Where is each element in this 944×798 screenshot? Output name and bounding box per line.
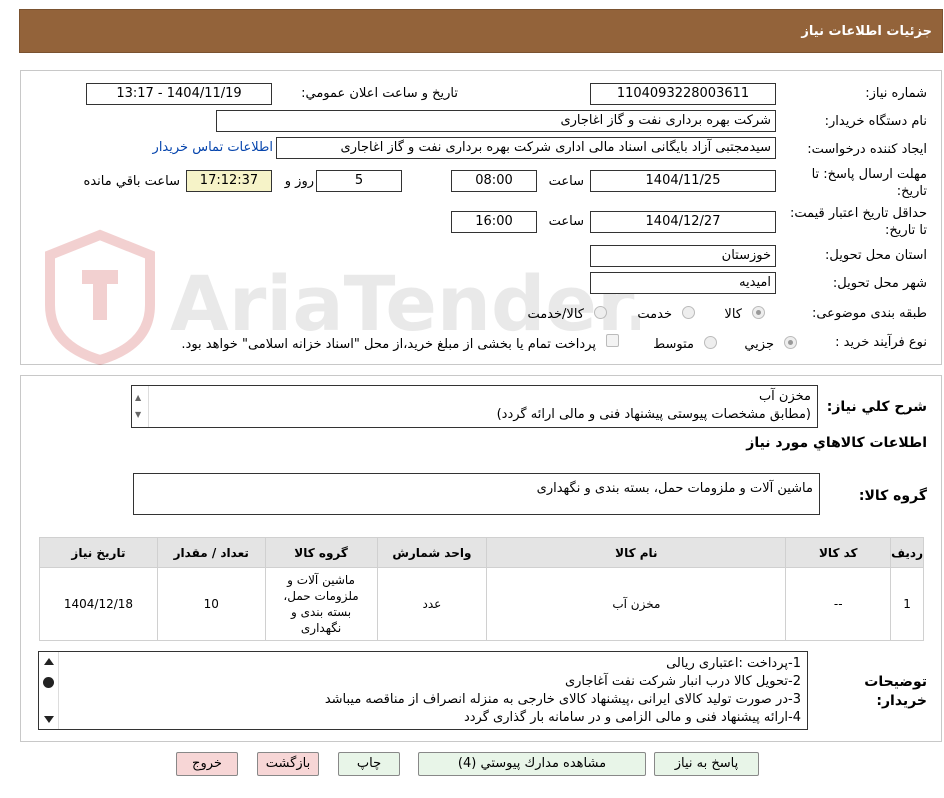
cell-goods-code: -- <box>785 567 892 641</box>
validity-label: حداقل تاريخ اعتبار قيمت: تا تاریخ: <box>789 206 927 238</box>
scroll-up-icon[interactable] <box>44 658 54 665</box>
goods-group-label: گروه كالا: <box>858 488 927 504</box>
goods-group-value: ماشین آلات و ملزومات حمل، بسته بندی و نگ… <box>536 481 813 496</box>
announce-label: تاریخ و ساعت اعلان عمومي: <box>301 86 458 101</box>
col-need-date: تاريخ نياز <box>39 537 158 568</box>
process-medium-radio[interactable] <box>704 336 717 349</box>
category-goods-label: کالا <box>724 307 742 322</box>
cell-need-date: 1404/12/18 <box>39 567 158 641</box>
days-label: روز و <box>284 174 314 189</box>
validity-date-field: 1404/12/27 <box>590 211 776 233</box>
buyer-notes-label: توضيحات خريدار: <box>864 674 927 709</box>
process-medium-label: متوسط <box>653 337 694 352</box>
days-remaining-field: 5 <box>316 170 402 192</box>
treasury-payment-note: پرداخت تمام يا بخشی از مبلغ خريد،از محل … <box>181 337 596 352</box>
time-remaining-label: ساعت باقي مانده <box>83 174 180 189</box>
cell-quantity: 10 <box>156 567 266 641</box>
deadline-time-field: 08:00 <box>451 170 537 192</box>
goods-section-title: اطلاعات كالاهاي مورد نياز <box>746 435 927 451</box>
back-button[interactable]: بازگشت <box>257 752 319 776</box>
deadline-date-field: 1404/11/25 <box>590 170 776 192</box>
cell-row-number: 1 <box>890 567 924 641</box>
description-line-1: مخزن آب <box>758 389 811 404</box>
cell-goods-group: ماشین آلات و ملزومات حمل، بسته بندی و نگ… <box>264 567 378 641</box>
requester-field: سیدمجتبی آزاد بایگانی اسناد مالی اداری ش… <box>276 137 776 159</box>
validity-time-field: 16:00 <box>451 211 537 233</box>
city-label: شهر محل تحويل: <box>832 276 927 291</box>
description-label: شرح كلي نياز: <box>826 399 927 415</box>
col-unit: واحد شمارش <box>376 537 488 568</box>
buyer-note-line-2: 2-تحویل کالا درب انبار شرکت نفت آغاجاری <box>564 674 801 689</box>
process-minor-radio[interactable] <box>784 336 797 349</box>
exit-button[interactable]: خروج <box>176 752 238 776</box>
validity-time-label: ساعت <box>548 214 584 229</box>
category-service-label: خدمت <box>637 307 672 322</box>
need-number-field: 1104093228003611 <box>590 83 776 105</box>
col-goods-group: گروه كالا <box>264 537 378 568</box>
announce-datetime-field: 1404/11/19 - 13:17 <box>86 83 272 105</box>
requester-label: ايجاد کننده درخواست: <box>807 142 927 157</box>
scroll-thumb-icon[interactable] <box>43 677 54 688</box>
category-label: طبقه بندی موضوعی: <box>811 306 927 321</box>
process-minor-label: جزیي <box>744 337 774 352</box>
category-both-label: کالا/خدمت <box>527 307 584 322</box>
buyer-notes-textarea[interactable]: 1-پرداخت :اعتباری ریالی 2-تحویل کالا درب… <box>38 651 808 730</box>
description-textarea[interactable]: مخزن آب (مطابق مشخصات پیوستی پیشنهاد فنی… <box>131 385 818 428</box>
view-attachments-button[interactable]: مشاهده مدارك پيوستي (4) <box>418 752 646 776</box>
scroll-down-icon[interactable] <box>44 716 54 723</box>
buyer-notes-scrollbar[interactable] <box>39 652 59 729</box>
reply-to-need-button[interactable]: پاسخ به نیاز <box>654 752 759 776</box>
deadline-label: مهلت ارسال پاسخ: تا تاریخ: <box>811 167 927 199</box>
deadline-time-label: ساعت <box>548 174 584 189</box>
buyer-org-field: شرکت بهره برداری نفت و گاز اغاجاری <box>216 110 776 132</box>
table-row: 1 -- مخزن آب عدد ماشین آلات و ملزومات حم… <box>39 567 924 641</box>
category-both-radio[interactable] <box>594 306 607 319</box>
col-goods-name: نام كالا <box>486 537 787 568</box>
city-field: امیدیه <box>590 272 776 294</box>
goods-table: رديف کد کالا نام كالا واحد شمارش گروه كا… <box>39 537 924 641</box>
goods-group-textarea[interactable]: ماشین آلات و ملزومات حمل، بسته بندی و نگ… <box>133 473 820 515</box>
buyer-note-line-4: 4-ارائه پیشنهاد فنی و مالی الزامی و در س… <box>463 710 801 725</box>
description-line-2: (مطابق مشخصات پیوستی پیشنهاد فنی و مالی … <box>496 407 811 422</box>
time-remaining-field: 17:12:37 <box>186 170 272 192</box>
treasury-payment-checkbox[interactable] <box>606 334 619 347</box>
province-field: خوزستان <box>590 245 776 267</box>
col-row-number: رديف <box>890 537 924 568</box>
category-goods-radio[interactable] <box>752 306 765 319</box>
category-service-radio[interactable] <box>682 306 695 319</box>
buyer-note-line-1: 1-پرداخت :اعتباری ریالی <box>666 656 801 671</box>
buyer-org-label: نام دستگاه خريدار: <box>824 114 927 129</box>
print-button[interactable]: چاپ <box>338 752 400 776</box>
scroll-up-icon[interactable]: ▲ <box>135 389 141 407</box>
description-scrollbar[interactable]: ▲ ▼ <box>132 386 149 427</box>
cell-goods-name: مخزن آب <box>486 567 787 641</box>
buyer-note-line-3: 3-در صورت تولید کالای ایرانی ،پیشنهاد کا… <box>324 692 801 707</box>
process-type-label: نوع فرآیند خرید : <box>835 335 927 350</box>
cell-unit: عدد <box>376 567 488 641</box>
need-number-label: شماره نیاز: <box>865 86 927 101</box>
col-quantity: تعداد / مقدار <box>156 537 266 568</box>
scroll-down-icon[interactable]: ▼ <box>135 406 141 424</box>
goods-table-header: رديف کد کالا نام كالا واحد شمارش گروه كا… <box>39 537 924 568</box>
province-label: استان محل تحويل: <box>825 248 927 263</box>
page-header: جزئیات اطلاعات نیاز <box>19 9 943 53</box>
page-title: جزئیات اطلاعات نیاز <box>801 24 932 39</box>
col-goods-code: کد کالا <box>785 537 892 568</box>
buyer-contact-link[interactable]: اطلاعات تماس خريدار <box>153 140 273 155</box>
